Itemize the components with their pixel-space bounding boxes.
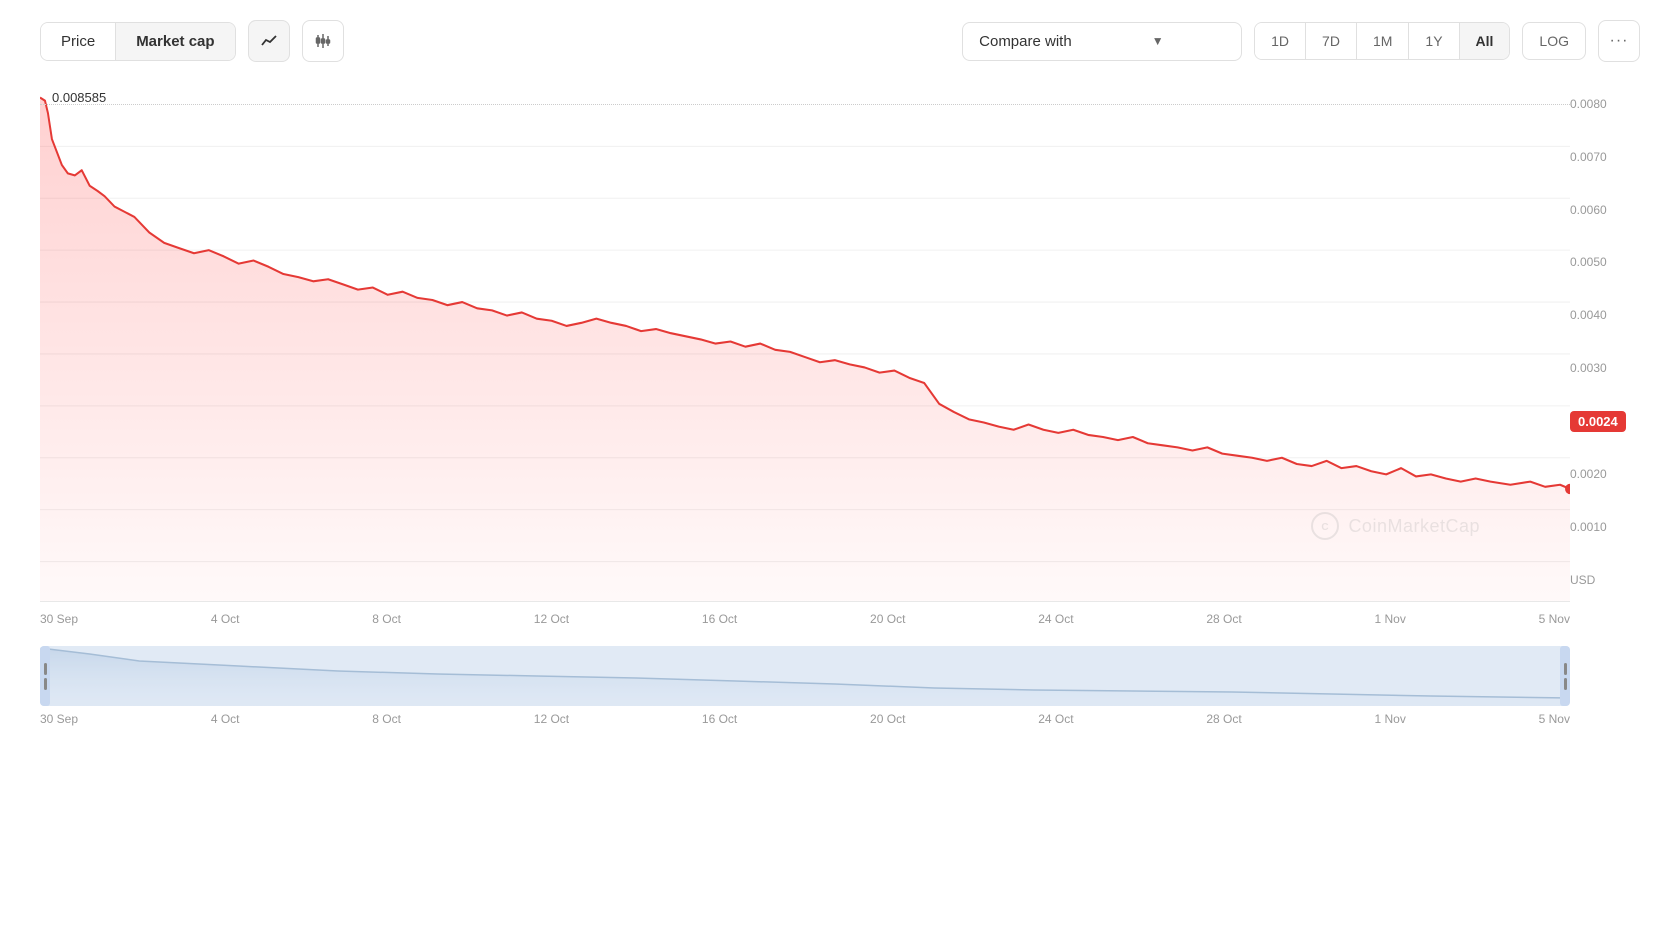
y-label-0060: 0.0060 [1570,203,1640,217]
left-handle-lines [44,663,47,690]
handle-line-3 [1564,663,1567,675]
x-label-24oct: 24 Oct [1038,612,1073,626]
navigator: 30 Sep 4 Oct 8 Oct 12 Oct 16 Oct 20 Oct … [40,646,1640,726]
dotted-reference-line [40,104,1570,105]
y-label-0050: 0.0050 [1570,255,1640,269]
chevron-down-icon: ▼ [1152,34,1164,48]
handle-line-4 [1564,678,1567,690]
y-label-0080: 0.0080 [1570,97,1640,111]
x-label-20oct: 20 Oct [870,612,905,626]
nav-x-16oct: 16 Oct [702,712,737,726]
tf-all[interactable]: All [1460,23,1510,59]
cmc-brand-text: CoinMarketCap [1348,516,1480,537]
nav-x-20oct: 20 Oct [870,712,905,726]
nav-x-5nov: 5 Nov [1539,712,1570,726]
x-axis: 30 Sep 4 Oct 8 Oct 12 Oct 16 Oct 20 Oct … [40,602,1570,626]
currency-label: USD [1570,573,1640,587]
x-label-30sep: 30 Sep [40,612,78,626]
y-label-0070: 0.0070 [1570,150,1640,164]
navigator-x-axis: 30 Sep 4 Oct 8 Oct 12 Oct 16 Oct 20 Oct … [40,712,1570,726]
right-handle-lines [1564,663,1567,690]
y-label-0040: 0.0040 [1570,308,1640,322]
price-marketcap-group: Price Market cap [40,22,236,61]
navigator-handle-left[interactable] [40,646,50,706]
x-label-4oct: 4 Oct [211,612,240,626]
navigator-handle-right[interactable] [1560,646,1570,706]
y-axis: 0.0080 0.0070 0.0060 0.0050 0.0040 0.003… [1570,82,1640,602]
handle-line-2 [44,678,47,690]
candle-chart-icon[interactable] [302,20,344,62]
compare-label: Compare with [979,33,1072,50]
compare-dropdown[interactable]: Compare with ▼ [962,22,1242,61]
tf-1d[interactable]: 1D [1255,23,1306,59]
ellipsis-icon: ··· [1610,32,1629,50]
nav-x-8oct: 8 Oct [372,712,401,726]
log-button[interactable]: LOG [1522,22,1586,60]
peak-value-label: 0.008585 [52,90,106,105]
y-label-0030: 0.0030 [1570,361,1640,375]
tf-1y[interactable]: 1Y [1409,23,1459,59]
nav-x-28oct: 28 Oct [1206,712,1241,726]
x-label-28oct: 28 Oct [1206,612,1241,626]
handle-line-1 [44,663,47,675]
nav-x-1nov: 1 Nov [1374,712,1405,726]
chart-area: 0.008585 [40,82,1640,602]
tf-7d[interactable]: 7D [1306,23,1357,59]
x-label-1nov: 1 Nov [1374,612,1405,626]
nav-x-24oct: 24 Oct [1038,712,1073,726]
cmc-watermark: C CoinMarketCap [1310,511,1480,541]
nav-x-30sep: 30 Sep [40,712,78,726]
nav-x-4oct: 4 Oct [211,712,240,726]
line-chart-icon[interactable] [248,20,290,62]
timeframe-group: 1D 7D 1M 1Y All [1254,22,1510,60]
y-label-0010: 0.0010 [1570,520,1640,534]
x-label-12oct: 12 Oct [534,612,569,626]
navigator-track [40,646,1570,706]
toolbar: Price Market cap Compare with ▼ 1D 7D 1M… [0,0,1680,82]
market-cap-button[interactable]: Market cap [116,23,234,60]
x-label-16oct: 16 Oct [702,612,737,626]
chart-container: 0.008585 [0,82,1680,726]
current-price-tag: 0.0024 [1570,411,1626,432]
nav-x-12oct: 12 Oct [534,712,569,726]
y-label-0020: 0.0020 [1570,467,1640,481]
x-label-5nov: 5 Nov [1539,612,1570,626]
x-label-8oct: 8 Oct [372,612,401,626]
tf-1m[interactable]: 1M [1357,23,1409,59]
price-button[interactable]: Price [41,23,116,60]
more-button[interactable]: ··· [1598,20,1640,62]
navigator-selection [40,646,1570,706]
svg-text:C: C [1322,522,1329,533]
chart-main: 0.008585 [40,82,1570,602]
